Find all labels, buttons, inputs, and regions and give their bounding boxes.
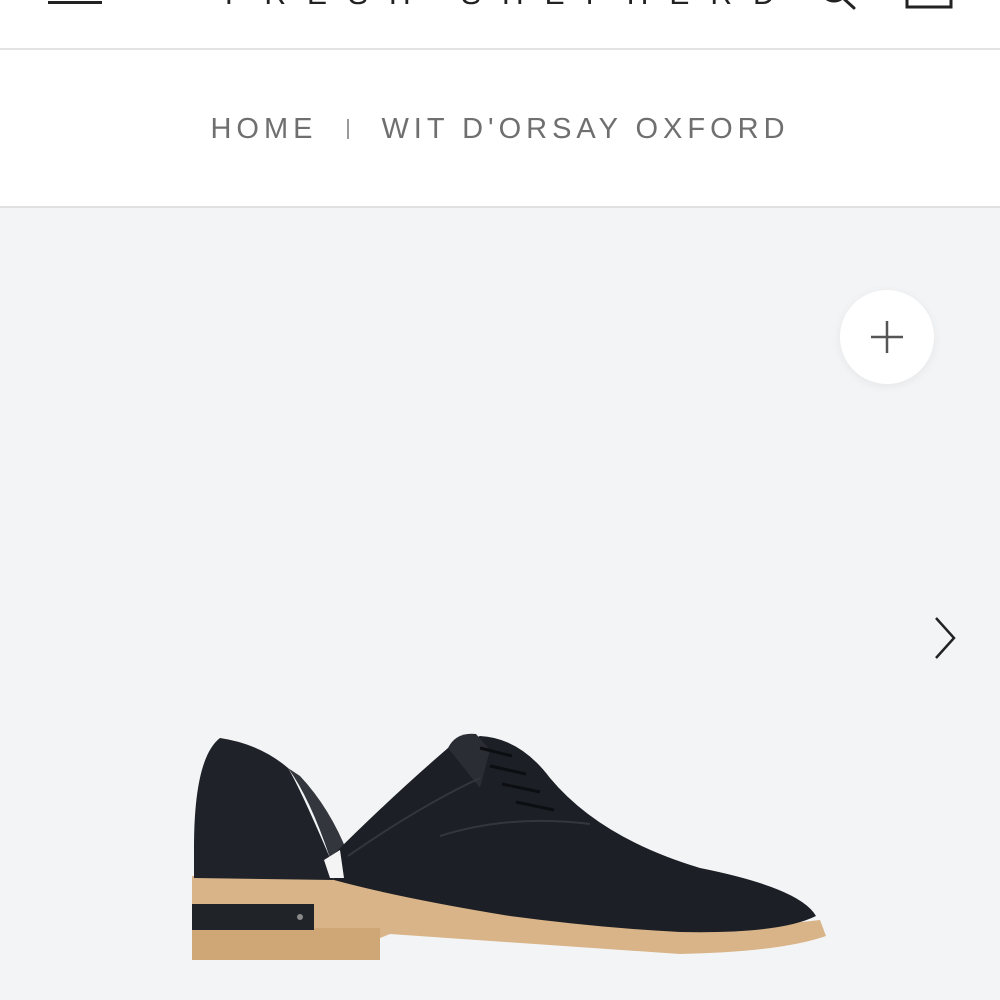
top-navigation-bar: FRESH SHEPHERD <box>0 0 1000 50</box>
hamburger-menu-icon <box>48 1 102 4</box>
menu-button[interactable] <box>44 0 104 6</box>
breadcrumb-separator <box>347 119 350 139</box>
product-image-gallery[interactable] <box>0 208 1000 1000</box>
zoom-button[interactable] <box>840 290 934 384</box>
store-logo[interactable]: FRESH SHEPHERD <box>225 0 796 12</box>
breadcrumb: HOME WIT D'ORSAY OXFORD <box>0 52 1000 208</box>
plus-icon <box>871 321 903 353</box>
breadcrumb-home-link[interactable]: HOME <box>210 113 317 146</box>
search-icon <box>825 0 856 10</box>
chevron-right-icon <box>935 617 956 659</box>
product-image <box>192 733 826 960</box>
next-image-button[interactable] <box>918 608 972 668</box>
cart-bag-icon <box>905 0 953 9</box>
search-button[interactable] <box>818 0 858 14</box>
breadcrumb-current-page: WIT D'ORSAY OXFORD <box>381 112 790 145</box>
cart-button[interactable] <box>903 0 955 14</box>
